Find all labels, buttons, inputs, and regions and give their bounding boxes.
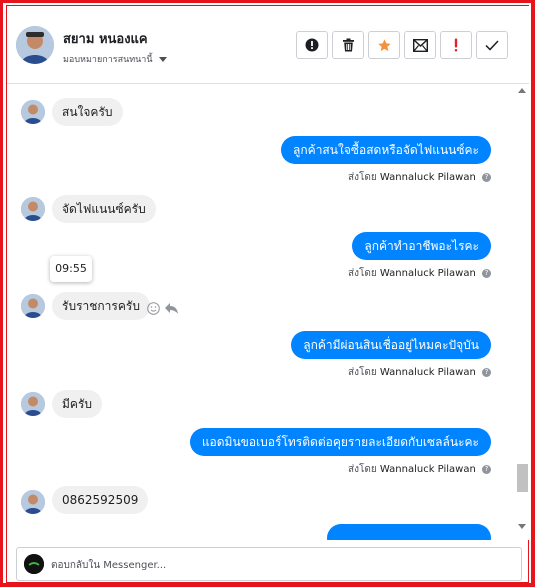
incoming-message[interactable]: จัดไฟแนนซ์ครับ <box>52 195 156 223</box>
reply-box <box>16 547 522 581</box>
mark-done-button[interactable] <box>476 31 508 59</box>
sent-by-label: ส่งโดย Wannaluck Pilawan ? <box>348 170 491 185</box>
outgoing-message[interactable]: ลูกค้าสนใจซื้อสดหรือจัดไฟแนนซ์คะ <box>281 136 491 164</box>
customer-avatar[interactable] <box>21 392 45 416</box>
check-icon <box>485 39 499 51</box>
help-icon[interactable]: ? <box>482 367 491 377</box>
delete-button[interactable] <box>332 31 364 59</box>
trash-icon <box>342 38 354 52</box>
help-icon[interactable]: ? <box>482 172 491 182</box>
contact-name[interactable]: สยาม หนองแค <box>63 28 148 49</box>
outgoing-message[interactable]: ลูกค้ามีผ่อนสินเชื่ออยู่ไหมคะปัจุบัน <box>291 331 491 359</box>
follow-up-button[interactable] <box>440 31 472 59</box>
sent-by-label: ส่งโดย Wannaluck Pilawan ? <box>348 365 491 380</box>
incoming-message[interactable]: รับราชการครับ <box>52 292 150 320</box>
sent-by-label: ส่งโดย Wannaluck Pilawan ? <box>348 266 491 281</box>
assign-label: มอบหมายการสนทนานี้ <box>63 55 153 65</box>
reply-input[interactable] <box>51 555 491 575</box>
star-icon <box>377 38 391 51</box>
customer-avatar[interactable] <box>21 100 45 124</box>
customer-avatar[interactable] <box>21 197 45 221</box>
incoming-message[interactable]: 0862592509 <box>52 486 149 514</box>
exclamation-icon <box>454 38 458 52</box>
spam-button[interactable] <box>296 31 328 59</box>
reply-icon[interactable] <box>164 302 179 315</box>
page-avatar <box>24 554 44 574</box>
help-icon[interactable]: ? <box>482 464 491 474</box>
star-button[interactable] <box>368 31 400 59</box>
customer-avatar[interactable] <box>21 490 45 514</box>
outgoing-message[interactable]: แอดมินขอเบอร์โทรติดต่อคุยรายละเอียดกับเซ… <box>189 428 491 456</box>
emoji-icon[interactable] <box>147 302 160 315</box>
customer-avatar[interactable] <box>21 294 45 318</box>
sent-by-label: ส่งโดย Wannaluck Pilawan ? <box>348 462 491 477</box>
outgoing-message[interactable]: ลูกค้าทำอาชีพอะไรคะ <box>352 232 491 260</box>
thread-scrollbar[interactable] <box>515 84 529 540</box>
outgoing-message-partial[interactable] <box>327 524 491 540</box>
alert-circle-icon <box>305 38 319 52</box>
help-icon[interactable]: ? <box>482 268 491 278</box>
message-time-tooltip: 09:55 <box>50 256 92 282</box>
mail-icon <box>412 38 428 52</box>
scrollbar-thumb[interactable] <box>517 464 528 492</box>
scroll-down-arrow-icon[interactable] <box>518 524 526 529</box>
message-thread[interactable]: สนใจครับ ลูกค้าสนใจซื้อสดหรือจัดไฟแนนซ์ค… <box>7 84 515 540</box>
incoming-message[interactable]: สนใจครับ <box>52 98 123 126</box>
chevron-down-icon <box>159 57 168 62</box>
message-tools <box>147 302 179 315</box>
conversation-header: สยาม หนองแค มอบหมายการสนทนานี้ <box>7 6 529 84</box>
mark-unread-button[interactable] <box>404 31 436 59</box>
assign-conversation-dropdown[interactable]: มอบหมายการสนทนานี้ <box>63 52 168 66</box>
incoming-message[interactable]: มีครับ <box>52 390 102 418</box>
contact-avatar[interactable] <box>16 26 54 64</box>
scroll-up-arrow-icon[interactable] <box>518 88 526 93</box>
header-actions <box>296 31 508 59</box>
